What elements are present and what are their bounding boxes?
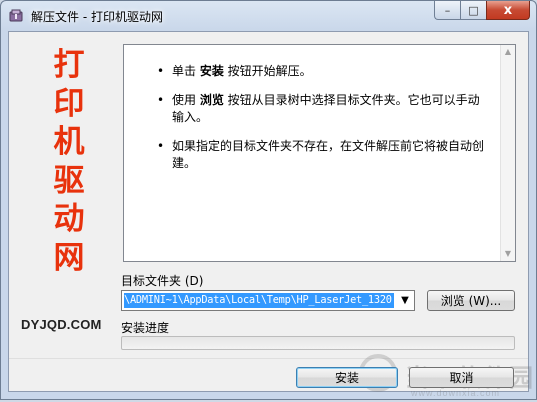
title-bar[interactable]: 解压文件 - 打印机驱动网 – □ x bbox=[1, 1, 536, 31]
extract-dialog-window: 解压文件 - 打印机驱动网 – □ x 打 印 机 驱 动 网 DYJQD.CO… bbox=[0, 0, 537, 400]
browse-button[interactable]: 浏览 (W)... bbox=[427, 290, 515, 311]
brand-vertical-text: 打 印 机 驱 动 网 bbox=[51, 46, 87, 277]
instruction-text: 单击 bbox=[172, 64, 200, 78]
instruction-text: 使用 bbox=[172, 93, 200, 107]
brand-char: 网 bbox=[53, 239, 85, 276]
instructions-panel: • 单击 安装 按钮开始解压。 • 使用 浏览 按钮从目录树中选择目标文件夹。它… bbox=[123, 44, 516, 262]
instruction-text: 按钮开始解压。 bbox=[223, 64, 312, 78]
brand-char: 机 bbox=[53, 124, 85, 160]
scroll-up-arrow-icon[interactable]: ▲ bbox=[503, 47, 513, 57]
watermark-subtext: www.downxia.com bbox=[411, 388, 501, 398]
bullet-icon: • bbox=[157, 64, 165, 78]
caption-buttons: – □ x bbox=[434, 1, 530, 21]
minimize-icon: – bbox=[444, 3, 451, 17]
instruction-keyword: 安装 bbox=[199, 64, 224, 78]
instructions-scrollbar[interactable]: ▲ ▼ bbox=[500, 45, 515, 261]
window-title: 解压文件 - 打印机驱动网 bbox=[31, 10, 163, 24]
destination-path-input[interactable]: \ADMINI~1\AppData\Local\Temp\HP_LaserJet… bbox=[124, 293, 394, 308]
bullet-icon: • bbox=[157, 139, 165, 153]
install-button[interactable]: 安装 bbox=[296, 367, 398, 388]
brand-char: 打 bbox=[53, 47, 85, 83]
cancel-button[interactable]: 取消 bbox=[409, 367, 514, 388]
destination-folder-label: 目标文件夹 (D) bbox=[121, 274, 204, 288]
dialog-client-area: 打 印 机 驱 动 网 DYJQD.COM • 单击 安装 按钮开始解压。 • … bbox=[8, 31, 533, 398]
maximize-button[interactable]: □ bbox=[460, 1, 486, 20]
instruction-keyword: 浏览 bbox=[199, 93, 224, 107]
minimize-button[interactable]: – bbox=[434, 1, 460, 20]
brand-domain: DYJQD.COM bbox=[21, 317, 102, 332]
brand-banner: 打 印 机 驱 动 网 DYJQD.COM bbox=[9, 32, 121, 332]
close-button[interactable]: x bbox=[486, 1, 530, 20]
list-item: • 如果指定的目标文件夹不存在，在文件解压前它将被自动创建。 bbox=[124, 138, 484, 172]
archive-app-icon bbox=[8, 8, 24, 24]
dropdown-arrow-icon[interactable]: ▼ bbox=[396, 291, 414, 310]
maximize-icon: □ bbox=[468, 3, 479, 17]
instruction-text: 如果指定的目标文件夹不存在，在文件解压前它将被自动创建。 bbox=[172, 139, 485, 170]
list-item: • 使用 浏览 按钮从目录树中选择目标文件夹。它也可以手动输入。 bbox=[124, 92, 484, 126]
scroll-down-arrow-icon[interactable]: ▼ bbox=[503, 249, 513, 259]
close-icon: x bbox=[503, 2, 513, 18]
instructions-list: • 单击 安装 按钮开始解压。 • 使用 浏览 按钮从目录树中选择目标文件夹。它… bbox=[124, 63, 484, 184]
install-progress-label: 安装进度 bbox=[121, 321, 170, 335]
brand-char: 印 bbox=[53, 85, 85, 122]
brand-char: 驱 bbox=[53, 162, 85, 199]
brand-char: 动 bbox=[53, 201, 85, 237]
install-progress-bar bbox=[121, 336, 515, 350]
list-item: • 单击 安装 按钮开始解压。 bbox=[124, 63, 484, 80]
bullet-icon: • bbox=[157, 93, 165, 107]
destination-path-combobox[interactable]: \ADMINI~1\AppData\Local\Temp\HP_LaserJet… bbox=[121, 290, 415, 311]
